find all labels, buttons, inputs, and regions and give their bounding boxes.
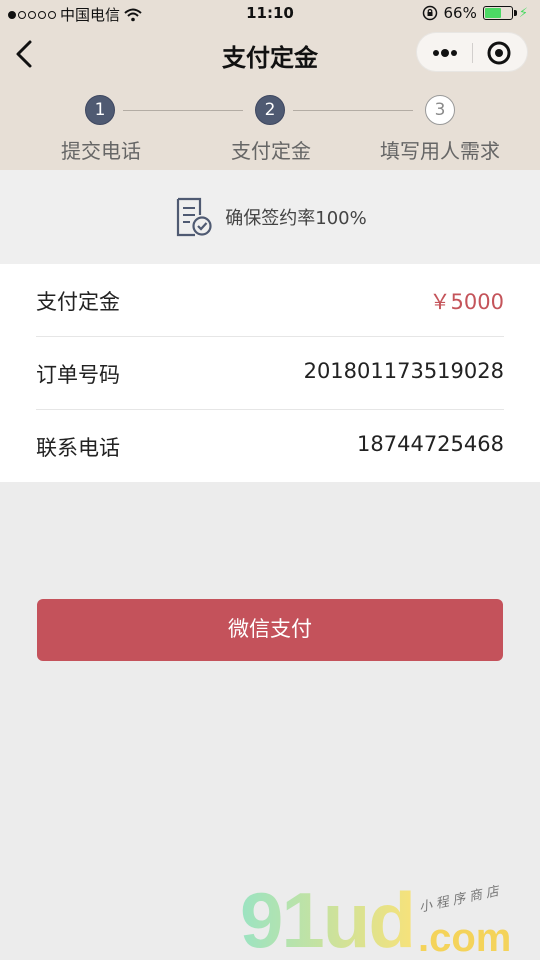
- step-1-circle: 1: [85, 95, 115, 125]
- deposit-amount: ￥5000: [429, 290, 504, 314]
- step-2-circle: 2: [255, 95, 285, 125]
- order-details-card: 支付定金 ￥5000 订单号码 201801173519028 联系电话 187…: [0, 264, 540, 482]
- watermark-brand: 91ud: [240, 876, 416, 960]
- watermark-domain: .com: [418, 916, 512, 960]
- detail-row-deposit: 支付定金 ￥5000: [36, 264, 504, 336]
- status-bar: 中国电信 11:10 66% ⚡: [0, 0, 540, 28]
- guarantee-banner: 确保签约率100%: [0, 170, 540, 264]
- deposit-label: 支付定金: [36, 290, 120, 314]
- detail-row-phone: 联系电话 18744725468: [36, 410, 504, 482]
- order-number-label: 订单号码: [36, 363, 120, 387]
- charging-bolt-icon: ⚡: [518, 5, 528, 21]
- step-connector: [293, 110, 413, 111]
- battery-fill: [484, 8, 502, 18]
- step-1-label: 提交电话: [61, 139, 141, 163]
- more-button[interactable]: [425, 37, 465, 69]
- close-button[interactable]: [479, 37, 519, 69]
- watermark-tagline: 小程序商店: [417, 883, 505, 916]
- step-connector: [123, 110, 243, 111]
- more-dots-icon: [433, 50, 439, 56]
- step-2-label: 支付定金: [231, 139, 311, 163]
- wechat-pay-button[interactable]: 微信支付: [37, 599, 503, 661]
- detail-row-order-number: 订单号码 201801173519028: [36, 337, 504, 409]
- battery-cap: [513, 10, 517, 16]
- battery-icon: [482, 6, 517, 20]
- phone-value: 18744725468: [357, 432, 504, 456]
- watermark-logo: 91ud 小程序商店 .com: [240, 880, 540, 960]
- mini-program-capsule: [416, 32, 528, 72]
- status-right: 66% ⚡: [422, 4, 528, 22]
- rotation-lock-icon: [422, 5, 437, 21]
- step-3-label: 填写用人需求: [380, 139, 500, 163]
- phone-label: 联系电话: [36, 436, 120, 460]
- progress-steps: 1 2 3 提交电话 支付定金 填写用人需求: [0, 95, 540, 165]
- capsule-divider: [472, 43, 473, 63]
- order-number-value: 201801173519028: [303, 359, 504, 383]
- guarantee-text: 确保签约率100%: [225, 208, 367, 229]
- battery-percent: 66%: [443, 4, 477, 22]
- nav-bar: 支付定金: [0, 28, 540, 80]
- step-3-circle: 3: [425, 95, 455, 125]
- document-check-icon: [177, 197, 212, 237]
